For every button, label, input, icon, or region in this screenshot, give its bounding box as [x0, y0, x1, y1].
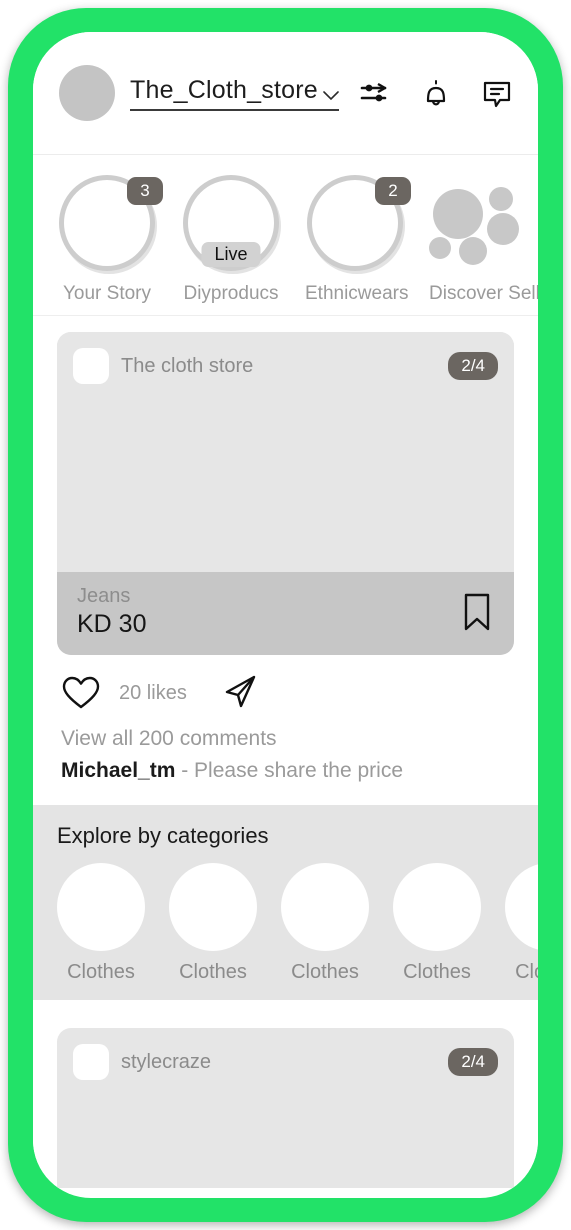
category-thumb [281, 863, 369, 951]
share-icon[interactable] [219, 673, 261, 713]
category-item[interactable]: Clothes [393, 863, 481, 984]
comment-row: Michael_tm - Please share the price [33, 751, 538, 801]
message-icon[interactable] [480, 76, 514, 110]
category-item[interactable]: Clothes [57, 863, 145, 984]
live-badge: Live [201, 242, 261, 267]
view-comments-link[interactable]: View all 200 comments [33, 713, 538, 751]
story-badge: 2 [375, 177, 411, 205]
story-badge: 3 [127, 177, 163, 205]
carousel-counter: 2/4 [448, 352, 498, 380]
category-thumb [393, 863, 481, 951]
category-thumb [169, 863, 257, 951]
story-label: Ethnicwears [305, 283, 409, 304]
explore-title: Explore by categories [57, 823, 269, 848]
post-username[interactable]: stylecraze [121, 1051, 211, 1074]
post-actions: 20 likes [33, 655, 538, 713]
post-username[interactable]: The cloth store [121, 355, 253, 378]
category-label: Clothes [291, 961, 359, 983]
likes-count: 20 likes [119, 681, 187, 704]
story-ring-wrap: 2 [307, 175, 411, 271]
filter-sliders-icon[interactable] [358, 76, 392, 110]
story-label: Discover Sellers [429, 283, 538, 304]
category-label: Clothes [403, 961, 471, 983]
category-item[interactable]: Clothes [281, 863, 369, 984]
comment-username[interactable]: Michael_tm [61, 759, 175, 782]
discover-sellers-icon [429, 175, 525, 271]
story-item-discover-sellers[interactable]: Discover Sellers [429, 175, 538, 305]
avatar[interactable] [59, 65, 115, 121]
page-title: The_Cloth_store [130, 75, 318, 104]
post-header: The cloth store 2/4 [57, 332, 514, 384]
feed: The cloth store 2/4 Jeans KD 30 20 likes [33, 332, 538, 1188]
phone-screen: The_Cloth_store 3 Your Story Live Diypro… [33, 32, 538, 1198]
product-name: Jeans [77, 585, 131, 607]
category-label: Clothes [67, 961, 135, 983]
stories-row: 3 Your Story Live Diyproducs 2 Ethnicwea… [33, 155, 538, 316]
post-avatar[interactable] [73, 348, 109, 384]
story-item-diyproducs[interactable]: Live Diyproducs [181, 175, 281, 305]
phone-frame: The_Cloth_store 3 Your Story Live Diypro… [8, 8, 563, 1222]
category-item[interactable]: Clothes [505, 863, 538, 984]
post-media[interactable]: The cloth store 2/4 [57, 332, 514, 572]
chevron-down-icon [323, 90, 339, 100]
story-label: Your Story [62, 283, 151, 304]
story-item-your-story[interactable]: 3 Your Story [57, 175, 163, 305]
story-ring-wrap: 3 [59, 175, 163, 271]
story-ring-wrap: Live [183, 175, 279, 271]
bookmark-icon[interactable] [460, 592, 494, 632]
category-thumb [57, 863, 145, 951]
explore-section: Explore by categories Clothes Clothes Cl… [33, 805, 538, 1000]
carousel-counter: 2/4 [448, 1048, 498, 1076]
header-actions [358, 76, 528, 110]
post-card[interactable]: The cloth store 2/4 Jeans KD 30 [57, 332, 514, 655]
story-label: Diyproducs [183, 283, 279, 304]
store-selector[interactable]: The_Cloth_store [130, 76, 339, 111]
app-header: The_Cloth_store [33, 32, 538, 155]
post-header: stylecraze 2/4 [57, 1028, 514, 1080]
product-info: Jeans KD 30 [77, 585, 146, 639]
product-bar: Jeans KD 30 [57, 572, 514, 655]
category-label: Clothes [515, 961, 538, 983]
product-price: KD 30 [77, 610, 147, 638]
comment-text: - Please share the price [181, 759, 404, 782]
category-label: Clothes [179, 961, 247, 983]
post-avatar[interactable] [73, 1044, 109, 1080]
category-item[interactable]: Clothes [169, 863, 257, 984]
story-item-ethnicwears[interactable]: 2 Ethnicwears [305, 175, 411, 305]
category-row: Clothes Clothes Clothes Clothes Clothes [33, 849, 538, 984]
heart-icon[interactable] [61, 675, 101, 711]
post-card[interactable]: stylecraze 2/4 [57, 1028, 514, 1188]
bell-icon[interactable] [419, 76, 453, 110]
category-thumb [505, 863, 538, 951]
